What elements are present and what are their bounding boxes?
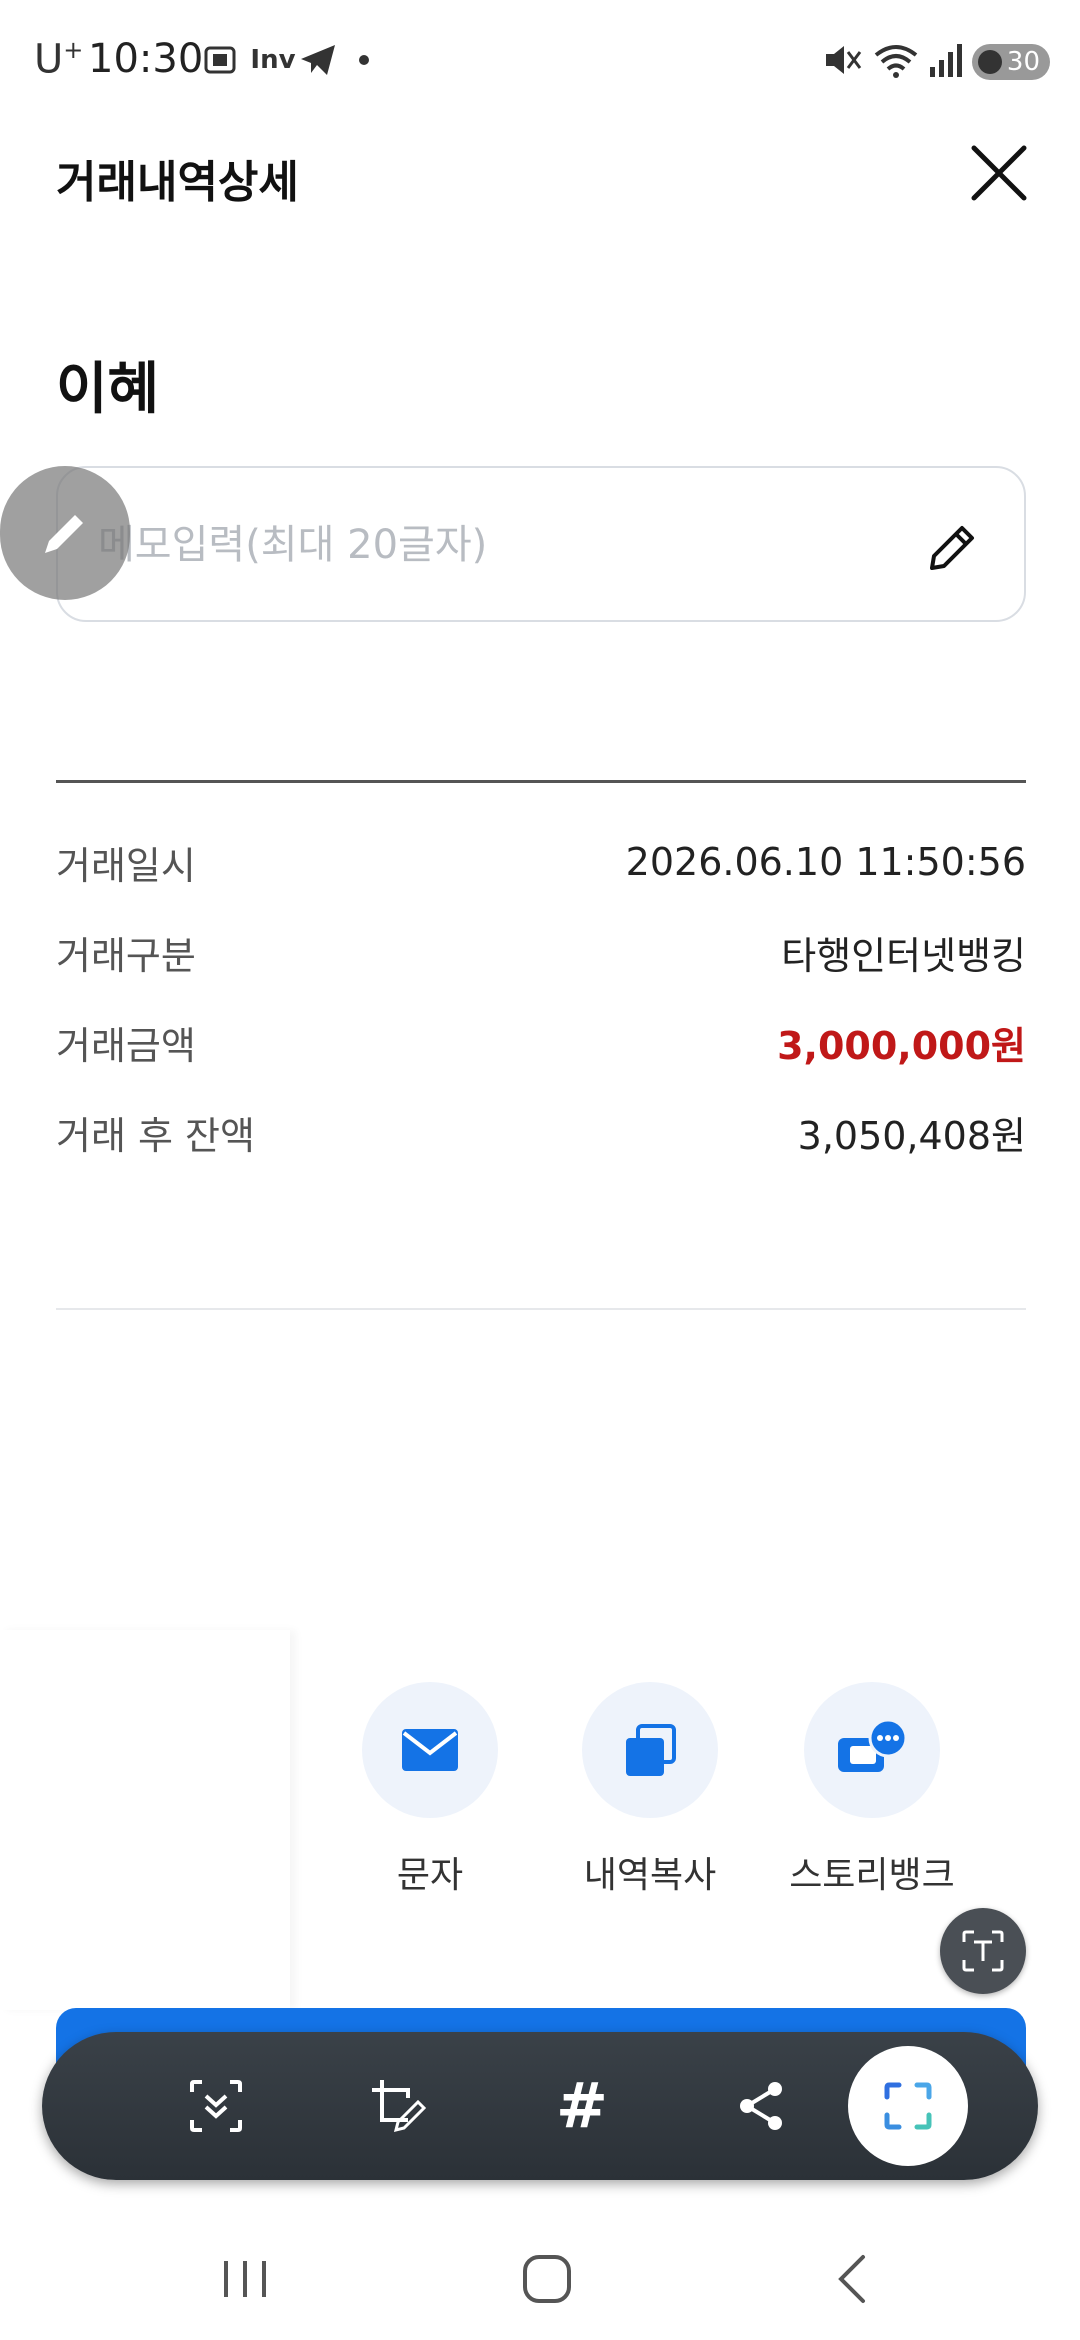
storybank-button[interactable]: 스토리뱅크 bbox=[762, 1682, 982, 1898]
action-label: 문자 bbox=[396, 1855, 464, 1896]
dot-icon bbox=[354, 40, 374, 80]
back-button[interactable] bbox=[806, 2244, 896, 2314]
home-icon bbox=[523, 2255, 571, 2303]
signal-icon bbox=[926, 40, 966, 80]
detail-label: 거래금액 bbox=[56, 1023, 196, 1068]
screen: U+ 10:30 Inv 30 거래내역상세 이혜 메모입력(최대 20글자) … bbox=[0, 0, 1080, 2340]
detail-row-date: 거래일시 2026.06.10 11:50:56 bbox=[56, 832, 1026, 892]
pencil-icon bbox=[930, 526, 974, 570]
close-button[interactable] bbox=[964, 138, 1034, 208]
detail-value: 3,050,408원 bbox=[797, 1113, 1026, 1158]
floating-edit-button[interactable] bbox=[0, 466, 130, 600]
page-title: 거래내역상세 bbox=[56, 157, 299, 208]
scroll-capture-button[interactable] bbox=[176, 2066, 256, 2146]
recent-apps-button[interactable] bbox=[200, 2244, 290, 2314]
carrier: U+ bbox=[34, 36, 84, 83]
close-icon bbox=[971, 145, 1027, 201]
action-circle bbox=[804, 1682, 940, 1818]
detail-label: 거래구분 bbox=[56, 933, 196, 978]
wifi-icon bbox=[870, 40, 922, 80]
detail-row-balance: 거래 후 잔액 3,050,408원 bbox=[56, 1102, 1026, 1162]
hashtag-button[interactable]: # bbox=[542, 2066, 622, 2146]
memo-input[interactable] bbox=[98, 508, 918, 582]
mute-icon bbox=[820, 40, 864, 80]
crop-edit-button[interactable] bbox=[358, 2066, 438, 2146]
divider bbox=[56, 780, 1026, 783]
detail-label: 거래 후 잔액 bbox=[56, 1113, 255, 1158]
screenshot-toolbar: # bbox=[42, 2032, 1038, 2180]
detail-row-amount: 거래금액 3,000,000원 bbox=[56, 1012, 1026, 1072]
action-label: 스토리뱅크 bbox=[789, 1855, 955, 1896]
chat-bubble-icon bbox=[838, 1720, 908, 1772]
navigation-bar bbox=[0, 2220, 1080, 2340]
detail-value: 2026.06.10 11:50:56 bbox=[625, 840, 1026, 884]
capture-frame-icon bbox=[884, 2082, 932, 2130]
action-circle bbox=[362, 1682, 498, 1818]
memo-edit-button[interactable] bbox=[924, 518, 982, 576]
action-circle bbox=[582, 1682, 718, 1818]
detail-value: 타행인터넷뱅킹 bbox=[781, 933, 1026, 978]
side-panel bbox=[0, 1630, 290, 2010]
screenshot-icon bbox=[200, 40, 240, 80]
crop-edit-icon bbox=[372, 2080, 427, 2133]
divider bbox=[56, 1308, 1026, 1310]
pencil-icon bbox=[45, 515, 83, 553]
smart-select-button[interactable] bbox=[848, 2046, 968, 2166]
mail-icon bbox=[402, 1729, 458, 1771]
telegram-icon bbox=[296, 40, 340, 80]
status-bar: U+ 10:30 Inv 30 bbox=[0, 0, 1080, 120]
copy-history-button[interactable]: 내역복사 bbox=[540, 1682, 760, 1898]
action-label: 내역복사 bbox=[583, 1855, 717, 1896]
scroll-capture-icon bbox=[190, 2080, 242, 2132]
detail-label: 거래일시 bbox=[56, 843, 196, 888]
sms-button[interactable]: 문자 bbox=[320, 1682, 540, 1898]
text-scan-icon bbox=[962, 1930, 1004, 1972]
share-button[interactable] bbox=[722, 2066, 802, 2146]
back-icon bbox=[838, 2255, 865, 2303]
copy-icon bbox=[626, 1724, 676, 1776]
recipient-name: 이혜 bbox=[56, 357, 160, 422]
battery-indicator: 30 bbox=[972, 44, 1050, 80]
home-button[interactable] bbox=[502, 2244, 592, 2314]
app-notification-icon: Inv bbox=[250, 45, 296, 75]
detail-row-type: 거래구분 타행인터넷뱅킹 bbox=[56, 922, 1026, 982]
share-icon bbox=[740, 2082, 782, 2130]
text-extract-button[interactable] bbox=[940, 1908, 1026, 1994]
clock: 10:30 bbox=[88, 36, 204, 82]
memo-field[interactable] bbox=[56, 466, 1026, 622]
detail-value-amount: 3,000,000원 bbox=[777, 1023, 1026, 1068]
recents-icon bbox=[224, 2261, 266, 2297]
hashtag-icon: # bbox=[556, 2069, 608, 2142]
